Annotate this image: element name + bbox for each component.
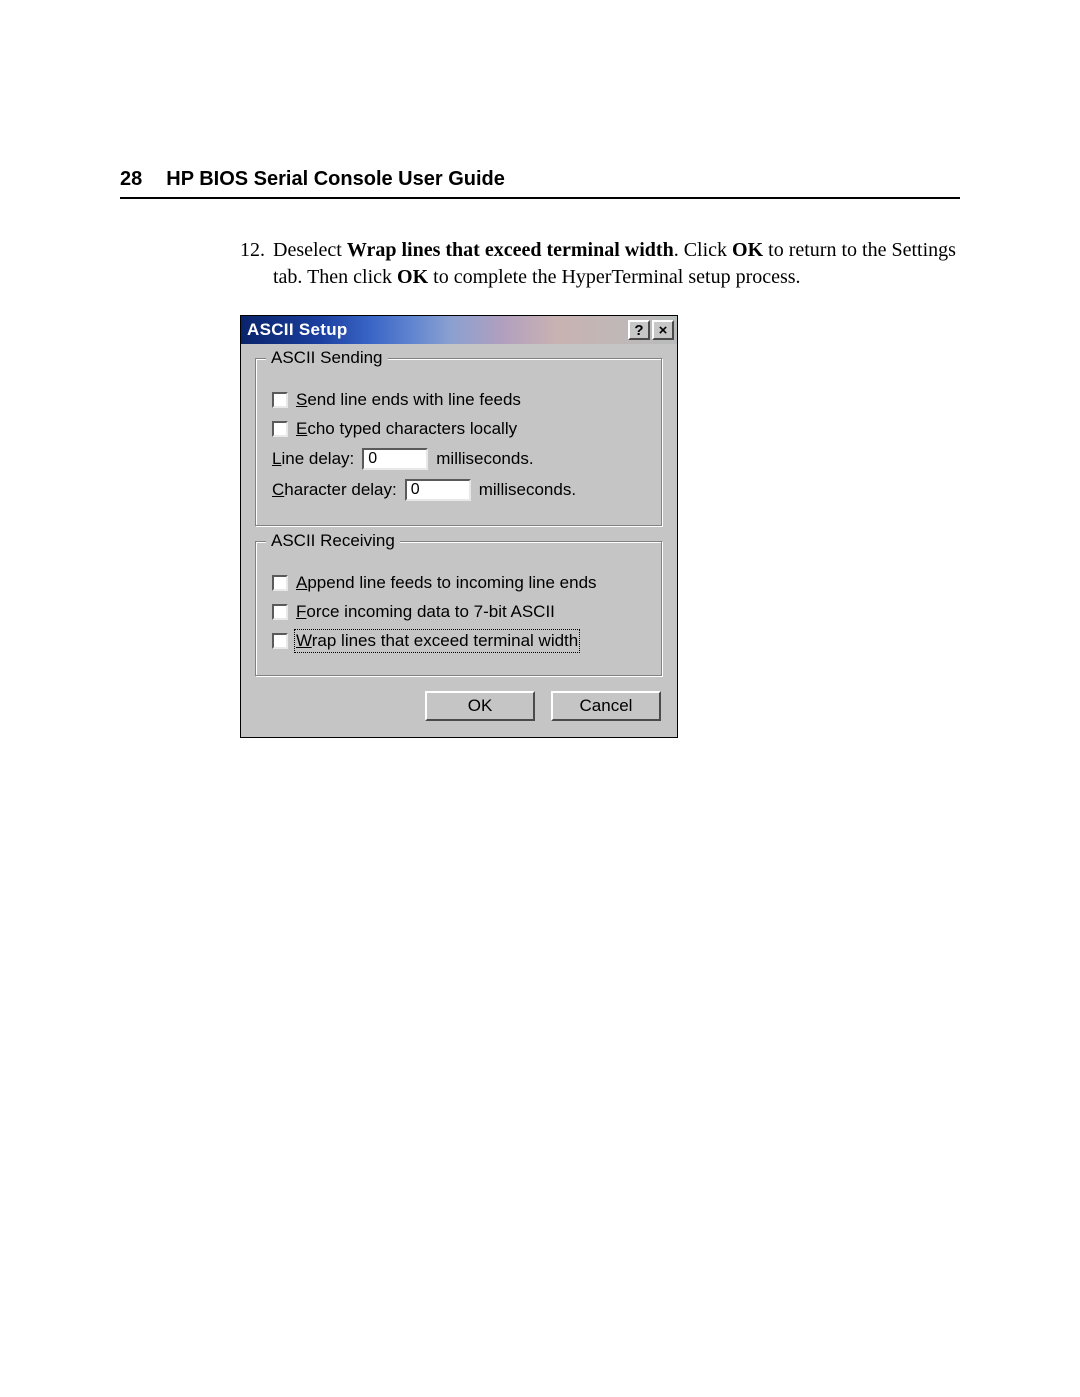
append-lf-label: Append line feeds to incoming line ends [296,573,597,593]
text-part: Deselect [273,239,347,261]
instruction-step: 12. Deselect Wrap lines that exceed term… [240,237,960,291]
char-delay-input[interactable] [405,479,471,501]
line-delay-input[interactable] [362,448,428,470]
step-text: Deselect Wrap lines that exceed terminal… [273,237,960,291]
page-header: 28 HP BIOS Serial Console User Guide [120,168,960,199]
text-bold: OK [397,266,428,288]
dialog-body: ASCII Sending Send line ends with line f… [241,344,677,737]
checkbox[interactable] [272,575,288,591]
force-7bit-row[interactable]: Force incoming data to 7-bit ASCII [272,602,646,622]
ascii-setup-dialog: ASCII Setup ? × ASCII Sending Send line … [240,315,678,738]
text-part: . Click [674,239,732,261]
help-button[interactable]: ? [628,320,650,340]
close-button[interactable]: × [652,320,674,340]
unit-label: milliseconds. [436,449,533,469]
char-delay-row: Character delay: milliseconds. [272,479,646,501]
send-line-ends-row[interactable]: Send line ends with line feeds [272,390,646,410]
dialog-button-row: OK Cancel [255,691,663,721]
page-number: 28 [120,168,142,191]
ascii-receiving-group: ASCII Receiving Append line feeds to inc… [255,541,663,677]
titlebar-buttons: ? × [628,320,674,340]
wrap-lines-label: Wrap lines that exceed terminal width [296,631,578,651]
document-title: HP BIOS Serial Console User Guide [166,168,505,191]
step-number: 12. [240,237,265,291]
cancel-button[interactable]: Cancel [551,691,661,721]
group-legend: ASCII Sending [266,348,388,368]
close-icon: × [659,323,668,338]
help-icon: ? [634,323,643,338]
text-bold: Wrap lines that exceed terminal width [347,239,674,261]
unit-label: milliseconds. [479,480,576,500]
dialog-title: ASCII Setup [247,320,628,340]
text-bold: OK [732,239,763,261]
force-7bit-label: Force incoming data to 7-bit ASCII [296,602,555,622]
line-delay-row: Line delay: milliseconds. [272,448,646,470]
ok-button[interactable]: OK [425,691,535,721]
group-legend: ASCII Receiving [266,531,400,551]
ascii-sending-group: ASCII Sending Send line ends with line f… [255,358,663,527]
send-line-ends-label: Send line ends with line feeds [296,390,521,410]
checkbox[interactable] [272,421,288,437]
checkbox[interactable] [272,633,288,649]
append-lf-row[interactable]: Append line feeds to incoming line ends [272,573,646,593]
checkbox[interactable] [272,392,288,408]
titlebar[interactable]: ASCII Setup ? × [241,316,677,344]
line-delay-label: Line delay: [272,449,354,469]
document-page: 28 HP BIOS Serial Console User Guide 12.… [0,0,1080,798]
echo-typed-row[interactable]: Echo typed characters locally [272,419,646,439]
wrap-lines-row[interactable]: Wrap lines that exceed terminal width [272,631,646,651]
char-delay-label: Character delay: [272,480,397,500]
echo-typed-label: Echo typed characters locally [296,419,517,439]
text-part: to complete the HyperTerminal setup proc… [428,266,800,288]
checkbox[interactable] [272,604,288,620]
